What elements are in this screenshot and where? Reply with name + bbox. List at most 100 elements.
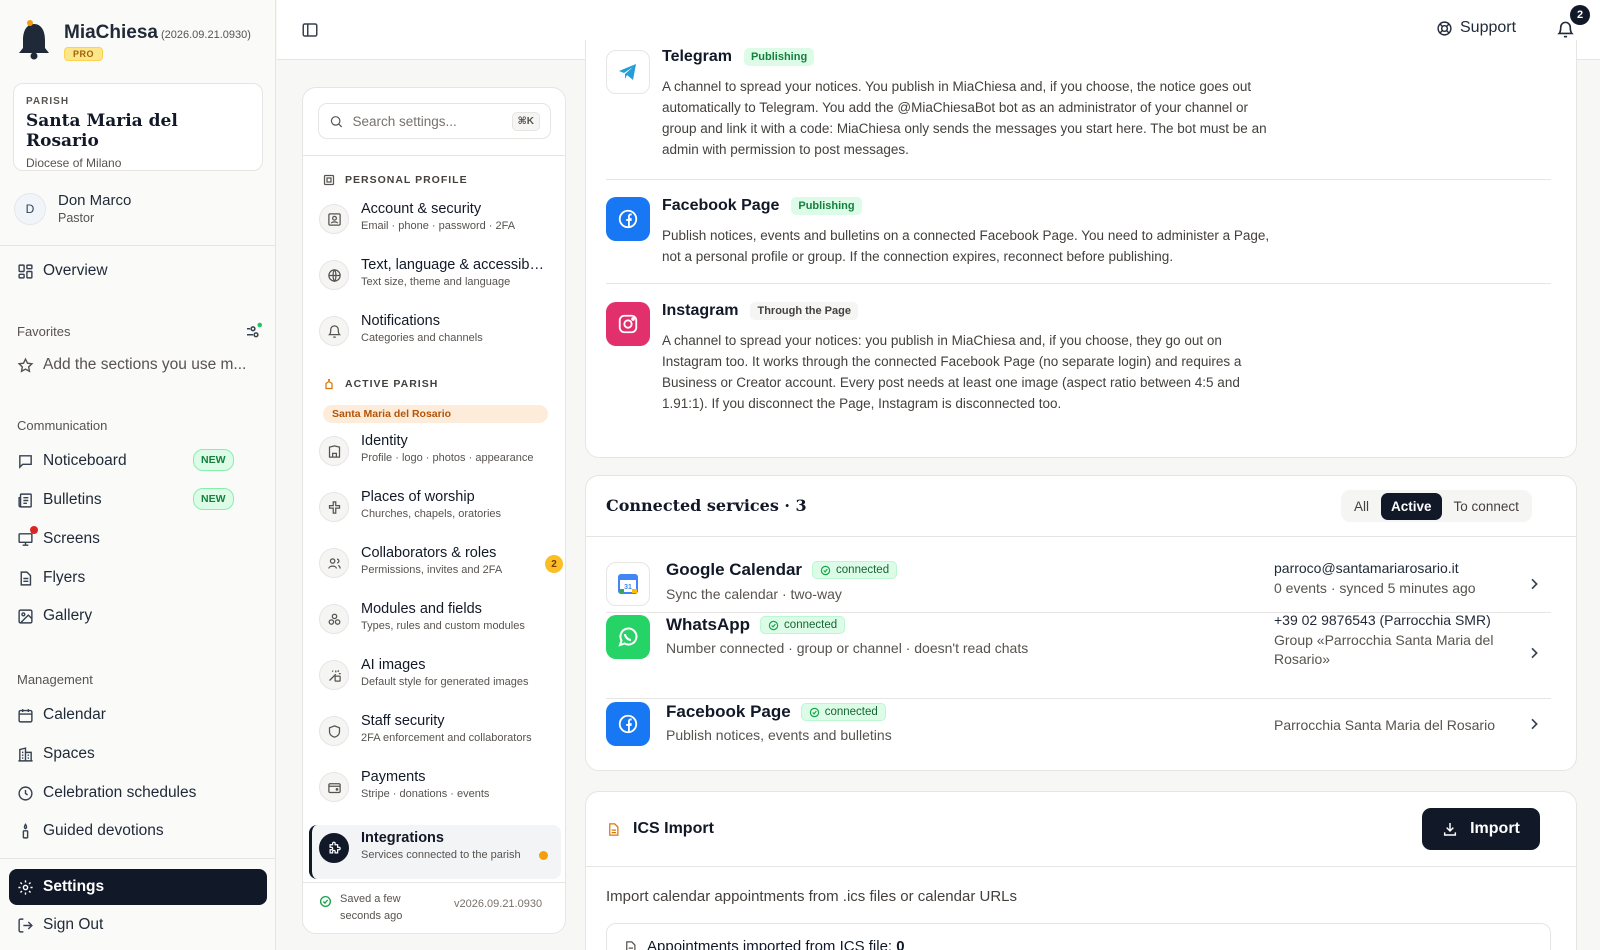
chevron-right-icon[interactable]: [1526, 576, 1542, 592]
ics-summary: Appointments imported from ICS file: 0: [647, 938, 905, 950]
filter-to-connect[interactable]: To connect: [1444, 493, 1529, 520]
settings-collaborators-roles[interactable]: Collaborators & roles Permissions, invite…: [319, 545, 563, 578]
facebook-icon: [606, 197, 650, 241]
avatar: D: [14, 192, 46, 225]
settings-modules-fields[interactable]: Modules and fields Types, rules and custo…: [319, 601, 555, 634]
cross-icon: [319, 492, 349, 522]
settings-identity[interactable]: Identity Profile · logo · photos · appear…: [319, 433, 555, 466]
favorites-hint-label: Add the sections you use m...: [43, 356, 247, 373]
customize-favorites-icon[interactable]: [244, 322, 262, 340]
service-account: parroco@santamariarosario.it: [1274, 560, 1459, 576]
nav-celebration-schedules[interactable]: Celebration schedules: [17, 784, 262, 802]
item-title: Account & security: [361, 201, 482, 217]
chevron-right-icon[interactable]: [1526, 716, 1542, 732]
settings-ai-images[interactable]: AI images Default style for generated ima…: [319, 657, 555, 690]
item-subtitle: Churches, chapels, oratories: [361, 508, 502, 520]
save-status-line: Saved a few: [340, 893, 401, 905]
log-out-icon: [18, 917, 33, 933]
channel-description: A channel to spread your notices. You pu…: [662, 79, 1267, 157]
plan-badge: PRO: [64, 47, 104, 61]
connected-badge: connected: [760, 616, 846, 634]
nav-gallery[interactable]: Gallery: [17, 607, 262, 625]
service-whatsapp[interactable]: WhatsApp connected Number connected · gr…: [606, 612, 1556, 695]
item-subtitle: Text size, theme and language: [361, 276, 511, 288]
channel-badge: Publishing: [791, 197, 862, 215]
ics-summary-box: Appointments imported from ICS file: 0: [606, 923, 1551, 950]
divider: [606, 283, 1551, 284]
bell-logo-icon: [19, 20, 49, 60]
channel-badge: Publishing: [743, 48, 815, 66]
filter-all[interactable]: All: [1344, 493, 1379, 520]
church-icon: [325, 379, 333, 390]
nav-signout[interactable]: Sign Out: [17, 916, 262, 934]
settings-integrations[interactable]: Integrations Services connected to the pa…: [319, 830, 555, 863]
sidebar-toggle-icon[interactable]: [301, 21, 319, 39]
favorites-hint[interactable]: Add the sections you use m...: [17, 356, 262, 374]
collaborators-count-badge: 2: [545, 555, 563, 573]
support-button[interactable]: Support: [1436, 19, 1516, 37]
item-subtitle: Permissions, invites and 2FA: [361, 564, 503, 576]
nav-settings[interactable]: Settings: [17, 878, 262, 896]
chevron-right-icon[interactable]: [1526, 645, 1542, 661]
google-calendar-icon: 31: [606, 562, 650, 606]
settings-account-security[interactable]: Account & security Email · phone · passwo…: [319, 201, 555, 234]
message-square-icon: [19, 454, 32, 469]
settings-search[interactable]: ⌘K: [318, 103, 551, 139]
service-facebook-page[interactable]: Facebook Page connected Publish notices,…: [606, 702, 1556, 770]
nav-signout-label: Sign Out: [43, 916, 104, 933]
service-group: Group «Parrocchia Santa Maria del Rosari…: [1274, 631, 1494, 668]
service-name: Google Calendar: [666, 560, 803, 579]
item-title: AI images: [361, 657, 426, 673]
settings-places-of-worship[interactable]: Places of worship Churches, chapels, orat…: [319, 489, 555, 522]
user-name: Don Marco: [58, 192, 132, 209]
newspaper-icon: [18, 492, 32, 508]
nav-overview[interactable]: Overview: [17, 262, 262, 280]
notifications-bell-icon[interactable]: [1556, 20, 1575, 39]
app-version: (2026.09.21.0930): [160, 29, 251, 41]
bell-icon: [319, 316, 349, 346]
nav-spaces-label: Spaces: [43, 745, 95, 762]
save-status: Saved a few seconds ago: [319, 891, 402, 924]
service-subtitle: Sync the calendar · two-way: [666, 586, 842, 602]
nav-bulletins[interactable]: Bulletins NEW: [17, 488, 262, 510]
filter-active[interactable]: Active: [1381, 492, 1442, 520]
item-title: Collaborators & roles: [361, 545, 497, 561]
service-name: Facebook Page: [666, 702, 791, 721]
user-profile[interactable]: D Don Marco Pastor: [14, 192, 131, 225]
import-button[interactable]: Import: [1422, 808, 1540, 850]
candle-icon: [22, 822, 29, 839]
nav-flyers[interactable]: Flyers: [17, 569, 262, 587]
parish-name: Santa Maria del Rosario: [26, 111, 178, 151]
channel-title: Telegram Publishing: [662, 48, 815, 66]
service-details: parroco@santamariarosario.it 0 events · …: [1274, 559, 1504, 598]
check-circle-icon: [820, 565, 831, 575]
settings-notifications[interactable]: Notifications Categories and channels: [319, 313, 555, 346]
brand[interactable]: MiaChiesa (2026.09.21.0930) PRO: [16, 18, 251, 62]
search-icon: [330, 115, 343, 127]
nav-screens[interactable]: Screens: [17, 530, 262, 548]
id-card-icon: [323, 174, 335, 186]
parish-card[interactable]: PARISH Santa Maria del Rosario Diocese o…: [13, 83, 263, 171]
nav-noticeboard[interactable]: Noticeboard NEW: [17, 449, 262, 471]
service-subtitle: Number connected · group or channel · do…: [666, 640, 1029, 656]
channel-description: Publish notices, events and bulletins on…: [662, 228, 1270, 264]
item-subtitle: Types, rules and custom modules: [361, 620, 525, 632]
settings-payments[interactable]: Payments Stripe · donations · events: [319, 769, 555, 802]
clock-icon: [18, 785, 33, 801]
connected-services-title: Connected services · 3: [606, 496, 807, 515]
channel-title: Facebook Page Publishing: [662, 197, 862, 215]
nav-calendar[interactable]: Calendar: [17, 706, 262, 724]
item-title: Places of worship: [361, 489, 475, 505]
settings-text-language[interactable]: Text, language & accessibility Text size,…: [319, 257, 555, 290]
service-details: +39 02 9876543 (Parrocchia SMR) Group «P…: [1274, 611, 1504, 670]
nav-guided-devotions[interactable]: Guided devotions: [17, 822, 262, 840]
parish-label: PARISH: [26, 96, 70, 107]
nav-spaces[interactable]: Spaces: [17, 745, 262, 763]
nav-calendar-label: Calendar: [43, 706, 106, 723]
search-input[interactable]: [352, 113, 503, 129]
settings-staff-security[interactable]: Staff security 2FA enforcement and collab…: [319, 713, 555, 746]
file-text-icon: [20, 570, 32, 586]
divider: [586, 536, 1576, 537]
services-filter: All Active To connect: [1341, 490, 1532, 522]
divider: [303, 882, 565, 883]
